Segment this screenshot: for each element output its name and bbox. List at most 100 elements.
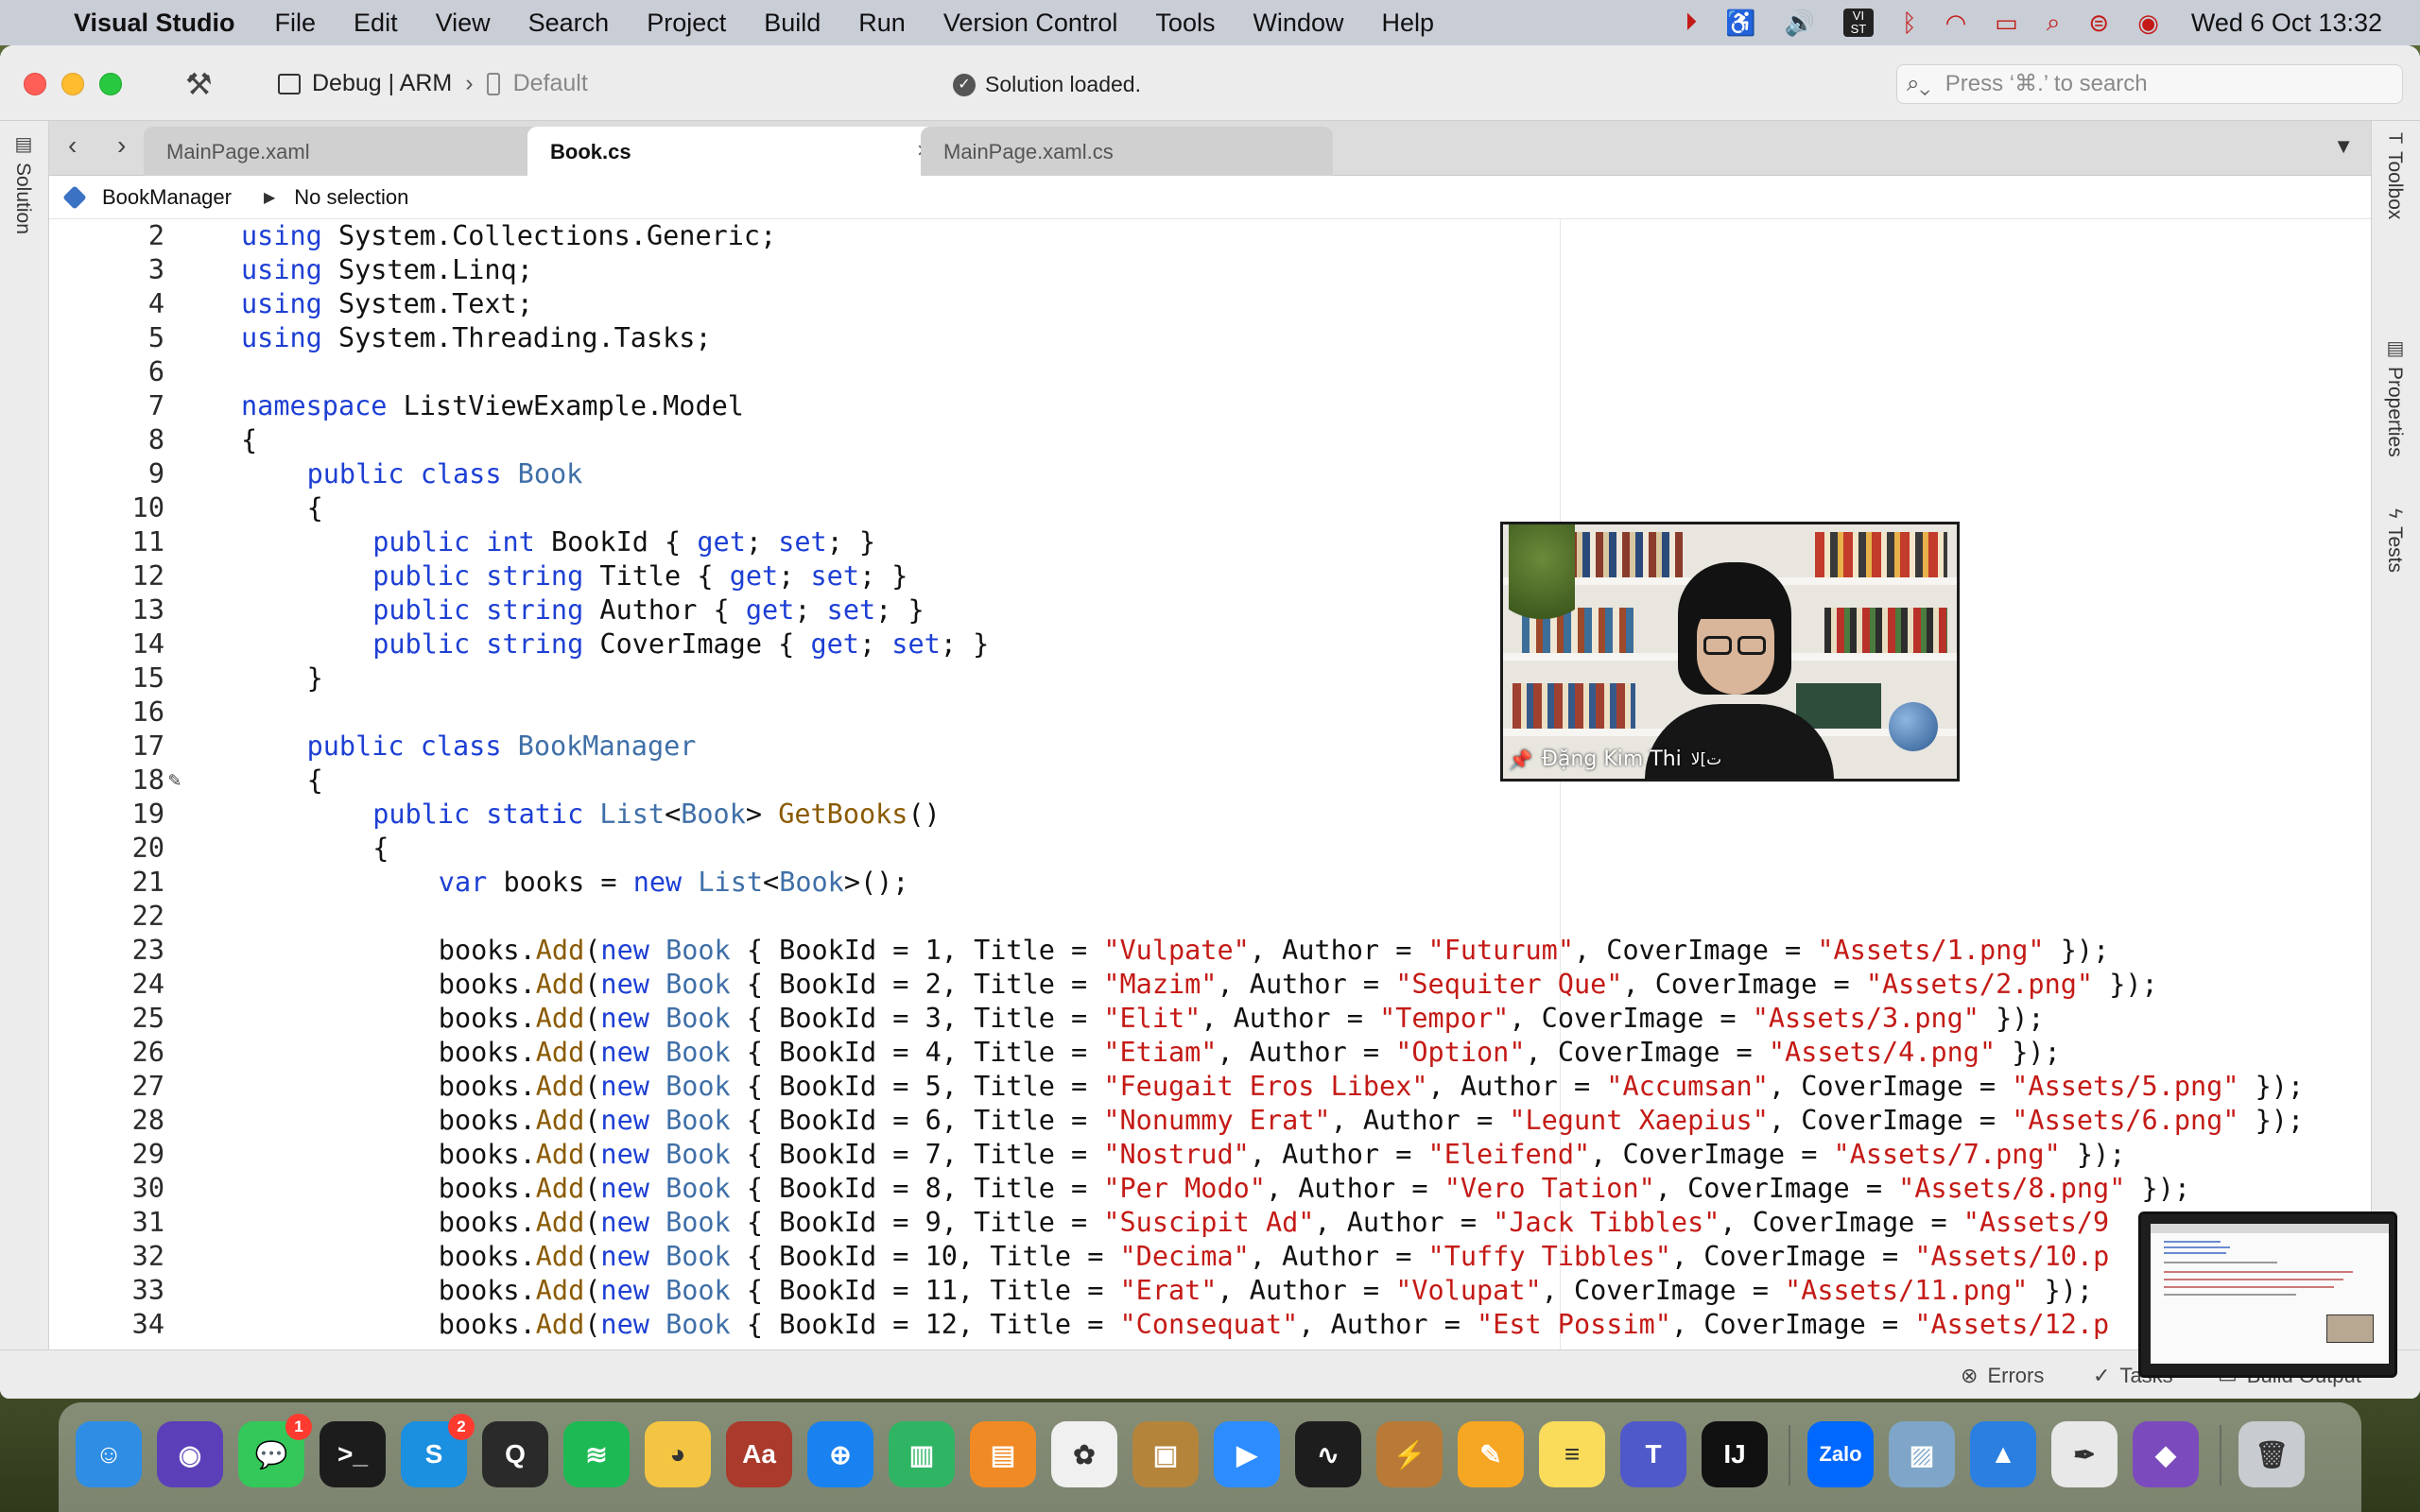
dock-app-dictionary-icon[interactable]: Aa [726, 1421, 792, 1487]
dock-app-keynote-icon[interactable]: ▲ [1970, 1421, 2036, 1487]
dock-app-siri-icon[interactable]: ◉ [157, 1421, 223, 1487]
menu-file[interactable]: File [275, 9, 317, 38]
code-token: , Author = [1427, 1071, 1607, 1102]
menu-window[interactable]: Window [1253, 9, 1343, 38]
breadcrumb-member[interactable]: No selection [294, 185, 408, 210]
dock-app-visual-studio-icon[interactable]: ◆ [2133, 1421, 2199, 1487]
back-nav-icon[interactable]: ‹ [68, 130, 77, 161]
menu-view[interactable]: View [436, 9, 491, 38]
accessibility-icon[interactable]: ♿ [1725, 9, 1755, 38]
line-number: 10 [131, 492, 164, 524]
code-token: Add [535, 1173, 585, 1204]
menu-help[interactable]: Help [1381, 9, 1434, 38]
dock-app-terminal-icon[interactable]: >_ [320, 1421, 386, 1487]
dock-app-teams-icon[interactable]: T [1620, 1421, 1686, 1487]
code-token: , Author = [1298, 1309, 1478, 1340]
play-icon[interactable]: ⏵ [1685, 8, 1697, 38]
dock-app-books-icon[interactable]: ▤ [970, 1421, 1036, 1487]
code-line: 3 using System.Linq; [49, 253, 2371, 287]
volume-icon[interactable]: 🔊 [1785, 9, 1815, 38]
dock-app-safari-icon[interactable]: ⊕ [807, 1421, 873, 1487]
tests-pad-tab[interactable]: ϟ Tests [2383, 508, 2406, 573]
code-text: books.Add(new Book { BookId = 2, Title =… [439, 968, 2158, 1002]
code-token: ( [584, 1241, 601, 1272]
bluetooth-icon[interactable]: ᛒ [1902, 9, 1917, 38]
code-text: books.Add(new Book { BookId = 9, Title =… [439, 1206, 2109, 1240]
wifi-icon[interactable]: ◠ [1945, 9, 1967, 38]
menu-search[interactable]: Search [528, 9, 610, 38]
dock-app-cyberduck-icon[interactable]: ◕ [645, 1421, 711, 1487]
dock-app-numbers-icon[interactable]: ▥ [889, 1421, 955, 1487]
toolbox-pad-tab[interactable]: T Toolbox [2383, 132, 2406, 220]
control-center-icon[interactable]: ⊜ [2088, 9, 2109, 38]
battery-icon[interactable]: ▭ [1995, 9, 2018, 38]
configuration-selector[interactable]: Debug | ARM [312, 70, 452, 97]
code-token: Title { [583, 560, 730, 592]
code-editor[interactable]: 2 using System.Collections.Generic; 3 using… [49, 219, 2371, 1391]
dock-app-reeder-icon[interactable]: ⚡ [1376, 1421, 1443, 1487]
tab-overflow-icon[interactable]: ▼ [2333, 134, 2354, 159]
code-token: books. [438, 969, 536, 1000]
menu-tools[interactable]: Tools [1155, 9, 1215, 38]
dock-app-photos-icon[interactable]: ✿ [1051, 1421, 1117, 1487]
dock-app-intellij-idea-icon[interactable]: IJ [1702, 1421, 1768, 1487]
code-token: "Vero Tation" [1443, 1173, 1655, 1204]
dock-app-pages-icon[interactable]: ✎ [1458, 1421, 1524, 1487]
dock-app-archive-utility-icon[interactable]: ▣ [1132, 1421, 1199, 1487]
code-token: "Assets/1.png" [1817, 935, 2045, 966]
close-window-button[interactable] [24, 73, 46, 95]
dock-app-notes-icon[interactable]: ≡ [1539, 1421, 1605, 1487]
properties-pad-tab[interactable]: ▤ Properties [2383, 336, 2406, 457]
dock-app-textedit-icon[interactable]: ✒ [2051, 1421, 2118, 1487]
dock-app-trash-icon[interactable]: 🗑 [2238, 1421, 2305, 1487]
screen-share-thumbnail[interactable] [2138, 1211, 2397, 1378]
code-token: Book [666, 1037, 731, 1068]
errors-pad-button[interactable]: ⊗ Errors [1961, 1364, 2044, 1388]
tab-book-cs[interactable]: Book.cs × [527, 127, 943, 176]
build-hammer-icon[interactable]: ⚒ [185, 66, 213, 102]
menu-version-control[interactable]: Version Control [943, 9, 1118, 38]
dock-app-finder-icon[interactable]: ☺ [76, 1421, 142, 1487]
forward-nav-icon[interactable]: › [117, 130, 126, 161]
device-selector[interactable]: Default [513, 70, 588, 97]
menubar-clock[interactable]: Wed 6 Oct 13:32 [2191, 9, 2382, 38]
dock-app-zalo-icon[interactable]: Zalo [1807, 1421, 1874, 1487]
code-token: { BookId = 8, Title = [730, 1173, 1104, 1204]
dock-app-messages-icon[interactable]: 💬 1 [238, 1414, 312, 1487]
code-line: 19 public static List<Book> GetBooks() [49, 798, 2371, 832]
dock-app-zoom-icon[interactable]: ▶ [1214, 1421, 1280, 1487]
code-token: Add [535, 1037, 585, 1068]
tab-mainpage-xaml-cs[interactable]: MainPage.xaml.cs [921, 127, 1333, 176]
code-token: { [372, 833, 389, 864]
siri-icon[interactable]: ◉ [2137, 9, 2159, 38]
dock-app-spotify-icon[interactable]: ≋ [563, 1421, 630, 1487]
code-token: get [810, 628, 859, 660]
menu-run[interactable]: Run [858, 9, 906, 38]
input-source-icon[interactable]: VI ST [1842, 9, 1874, 37]
dock-app-quicktime-icon[interactable]: Q [482, 1421, 548, 1487]
breadcrumb-class[interactable]: BookManager [102, 185, 232, 210]
dock-app-preview-icon[interactable]: ▨ [1889, 1421, 1955, 1487]
video-call-window[interactable]: 📌 Đặng Kim Thi ت]لا [1500, 522, 1960, 782]
code-line: 27 books.Add(new Book { BookId = 5, Title… [49, 1070, 2371, 1104]
dock-app-activity-monitor-icon[interactable]: ∿ [1295, 1421, 1361, 1487]
line-number: 16 [131, 696, 164, 728]
spotlight-icon[interactable]: ⌕ [2047, 8, 2061, 38]
code-line: 13 public string Author { get; set; } [49, 593, 2371, 627]
search-input[interactable] [1945, 71, 2361, 97]
menu-app-name[interactable]: Visual Studio [74, 9, 235, 38]
tab-mainpage-xaml[interactable]: MainPage.xaml [144, 127, 571, 176]
search-box[interactable]: ⌕⌄ [1896, 64, 2403, 104]
minimize-window-button[interactable] [61, 73, 84, 95]
code-token: , Author = [1330, 1105, 1510, 1136]
menu-build[interactable]: Build [764, 9, 821, 38]
code-token: , CoverImage = [1670, 1241, 1915, 1272]
zoom-window-button[interactable] [99, 73, 122, 95]
code-token: using [241, 322, 322, 353]
dock-app-skype-icon[interactable]: S2 [401, 1414, 475, 1487]
menu-project[interactable]: Project [647, 9, 726, 38]
solution-pad-tab[interactable]: ▤ Solution [11, 132, 34, 234]
menu-edit[interactable]: Edit [354, 9, 398, 38]
